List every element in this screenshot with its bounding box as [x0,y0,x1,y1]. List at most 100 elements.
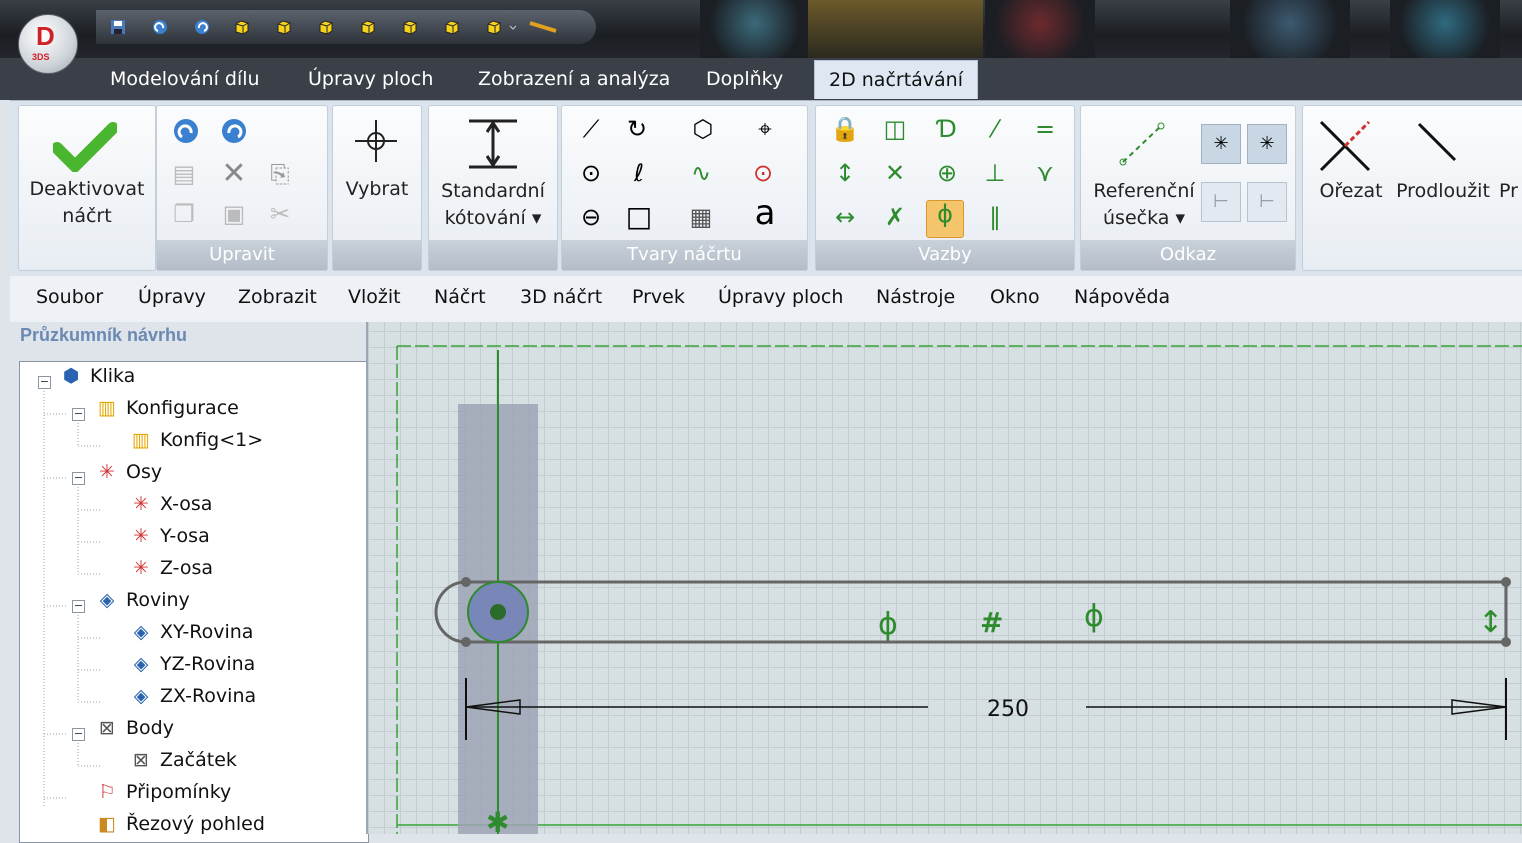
circle-icon[interactable]: ⊙ [576,160,606,186]
cut-icon[interactable]: ✂ [265,201,295,227]
tree-item-y-osa[interactable]: ✳ Y-osa [130,522,210,550]
tab-modelovani-dilu[interactable]: Modelování dílu [110,60,260,98]
menu-napoveda[interactable]: Nápověda [1074,286,1170,308]
sketch-shapes-group: ⟋ ↻ ⬡ ⌖ ⊙ ℓ ∿ ⊙ ⊖ □ ▦ a Tvary náčrtu [561,105,808,271]
deactivate-sketch-button[interactable]: Deaktivovat náčrt [19,176,155,230]
distance-icon[interactable]: ⊢ [1201,182,1241,222]
point-icon[interactable]: ⌖ [750,116,780,142]
standard-dimension-button[interactable]: Standardní kótování ▾ [429,178,557,232]
properties-icon[interactable]: ▤ [169,161,199,187]
angle-icon[interactable]: ⋎ [1030,160,1060,186]
menu-nastroje[interactable]: Nástroje [876,286,955,308]
tree-item-zx-rovina[interactable]: ◈ ZX-Rovina [130,682,256,710]
tree-item-z-osa[interactable]: ✳ Z-osa [130,554,213,582]
grid-snap-icon[interactable]: ✳ [1201,124,1241,164]
tree-item-zacatek[interactable]: ⊠ Začátek [130,746,237,774]
collinear-icon[interactable]: ⁄ [980,116,1010,142]
symmetric-icon[interactable]: ◫ [880,116,910,142]
ruler-icon[interactable] [528,19,558,35]
tree-item-konfig1[interactable]: ▥ Konfig<1> [130,426,263,454]
save-icon[interactable] [110,19,126,35]
collapse-toggle[interactable]: − [38,376,51,389]
grid-snap2-icon[interactable]: ✳ [1247,124,1287,164]
extend-icon [1417,122,1457,162]
view-cube-icon[interactable] [276,19,292,35]
spiral-icon[interactable]: ℓ [624,160,654,186]
polygon-icon[interactable]: ⬡ [688,116,718,142]
coincident-icon[interactable]: ✗ [880,204,910,230]
tree-item-body[interactable]: ⊠ Body [96,714,174,742]
tab-zobrazeni-a-analyza[interactable]: Zobrazení a analýza [478,60,670,98]
copy-icon[interactable]: ❐ [169,201,199,227]
undo-icon[interactable] [173,118,199,144]
tangent-arc-icon[interactable]: ϕ [926,200,964,238]
menu-3d-nacrt[interactable]: 3D náčrt [520,286,602,308]
collapse-toggle[interactable]: − [72,728,85,741]
extend-button[interactable]: Prodloužit [1393,178,1493,205]
menu-nacrt[interactable]: Náčrt [434,286,486,308]
redo-icon[interactable] [221,118,247,144]
trim-button[interactable]: Ořezat [1311,178,1391,205]
title-bar [0,0,1522,58]
redo-icon[interactable] [194,19,210,35]
vertical-icon[interactable]: ↕ [830,160,860,186]
app-menu-button[interactable]: D 3DS [18,14,78,74]
equal-icon[interactable]: = [1030,116,1060,142]
paste-icon[interactable]: ⎘ [265,161,295,187]
menu-soubor[interactable]: Soubor [36,286,103,308]
collapse-toggle[interactable]: − [72,472,85,485]
view-cube-icon[interactable] [360,19,376,35]
view-cube-icon[interactable] [234,19,250,35]
collapse-toggle[interactable]: − [72,408,85,421]
undo-icon[interactable] [152,19,168,35]
view-cube-icon[interactable] [402,19,418,35]
parallel-icon[interactable]: ∥ [980,204,1010,230]
menu-prvek[interactable]: Prvek [632,286,685,308]
tree-item-roviny[interactable]: ◈ Roviny [96,586,190,614]
sketch-canvas[interactable]: ϕ # ϕ ↕ 250 ✱ [368,322,1522,834]
reference-line-button[interactable]: Referenční úsečka ▾ [1087,178,1201,232]
table-icon[interactable]: ▦ [686,204,716,230]
horizontal-icon[interactable]: ↔ [830,204,860,230]
tab-doplnky[interactable]: Doplňky [706,60,783,98]
save-small-icon[interactable]: ▣ [219,201,249,227]
concentric-icon[interactable]: ⊕ [932,160,962,186]
point-icon: ⊠ [99,717,115,739]
collapse-toggle[interactable]: − [72,600,85,613]
tree-item-yz-rovina[interactable]: ◈ YZ-Rovina [130,650,256,678]
perpendicular-icon[interactable]: ⊥ [980,160,1010,186]
menu-vlozit[interactable]: Vložit [348,286,401,308]
menu-upravy[interactable]: Úpravy [138,286,206,308]
view-cube-icon[interactable] [318,19,334,35]
tree-item-pripominky[interactable]: ⚐ Připomínky [96,778,231,806]
tab-2d-nacrtavani[interactable]: 2D načrtávání [814,60,979,99]
arc-icon[interactable]: ↻ [622,116,652,142]
hole-center-point [490,604,506,620]
cut-off-button[interactable]: Pr [1499,178,1522,205]
rectangle-icon[interactable]: □ [624,203,654,231]
tree-item-klika[interactable]: ⬢ Klika [60,362,136,390]
menu-upravy-ploch[interactable]: Úpravy ploch [718,286,843,308]
fix-icon[interactable]: 🔒 [830,116,860,142]
menu-zobrazit[interactable]: Zobrazit [238,286,317,308]
tab-upravy-ploch[interactable]: Úpravy ploch [308,60,433,98]
tangent-icon[interactable]: Ɗ [932,116,962,142]
tree-item-xy-rovina[interactable]: ◈ XY-Rovina [130,618,254,646]
view-cube-icon[interactable] [444,19,460,35]
line-icon[interactable]: ⟋ [576,116,606,142]
distance2-icon[interactable]: ⊢ [1247,182,1287,222]
delete-icon[interactable]: ✕ [219,159,249,189]
tree-item-konfigurace[interactable]: ▥ Konfigurace [96,394,239,422]
tree-item-osy[interactable]: ✳ Osy [96,458,162,486]
midpoint-icon[interactable]: ✕ [880,160,910,186]
chevron-down-icon[interactable] [508,19,518,35]
spline-icon[interactable]: ∿ [686,160,716,186]
ellipse-icon[interactable]: ⊖ [576,204,606,230]
quick-access-toolbar [96,10,596,44]
menu-okno[interactable]: Okno [990,286,1040,308]
view-cube-icon[interactable] [486,19,502,35]
select-button[interactable]: Vybrat [333,176,421,203]
tree-item-x-osa[interactable]: ✳ X-osa [130,490,212,518]
circle-center-icon[interactable]: ⊙ [748,160,778,186]
text-tool-icon[interactable]: a [750,196,780,230]
